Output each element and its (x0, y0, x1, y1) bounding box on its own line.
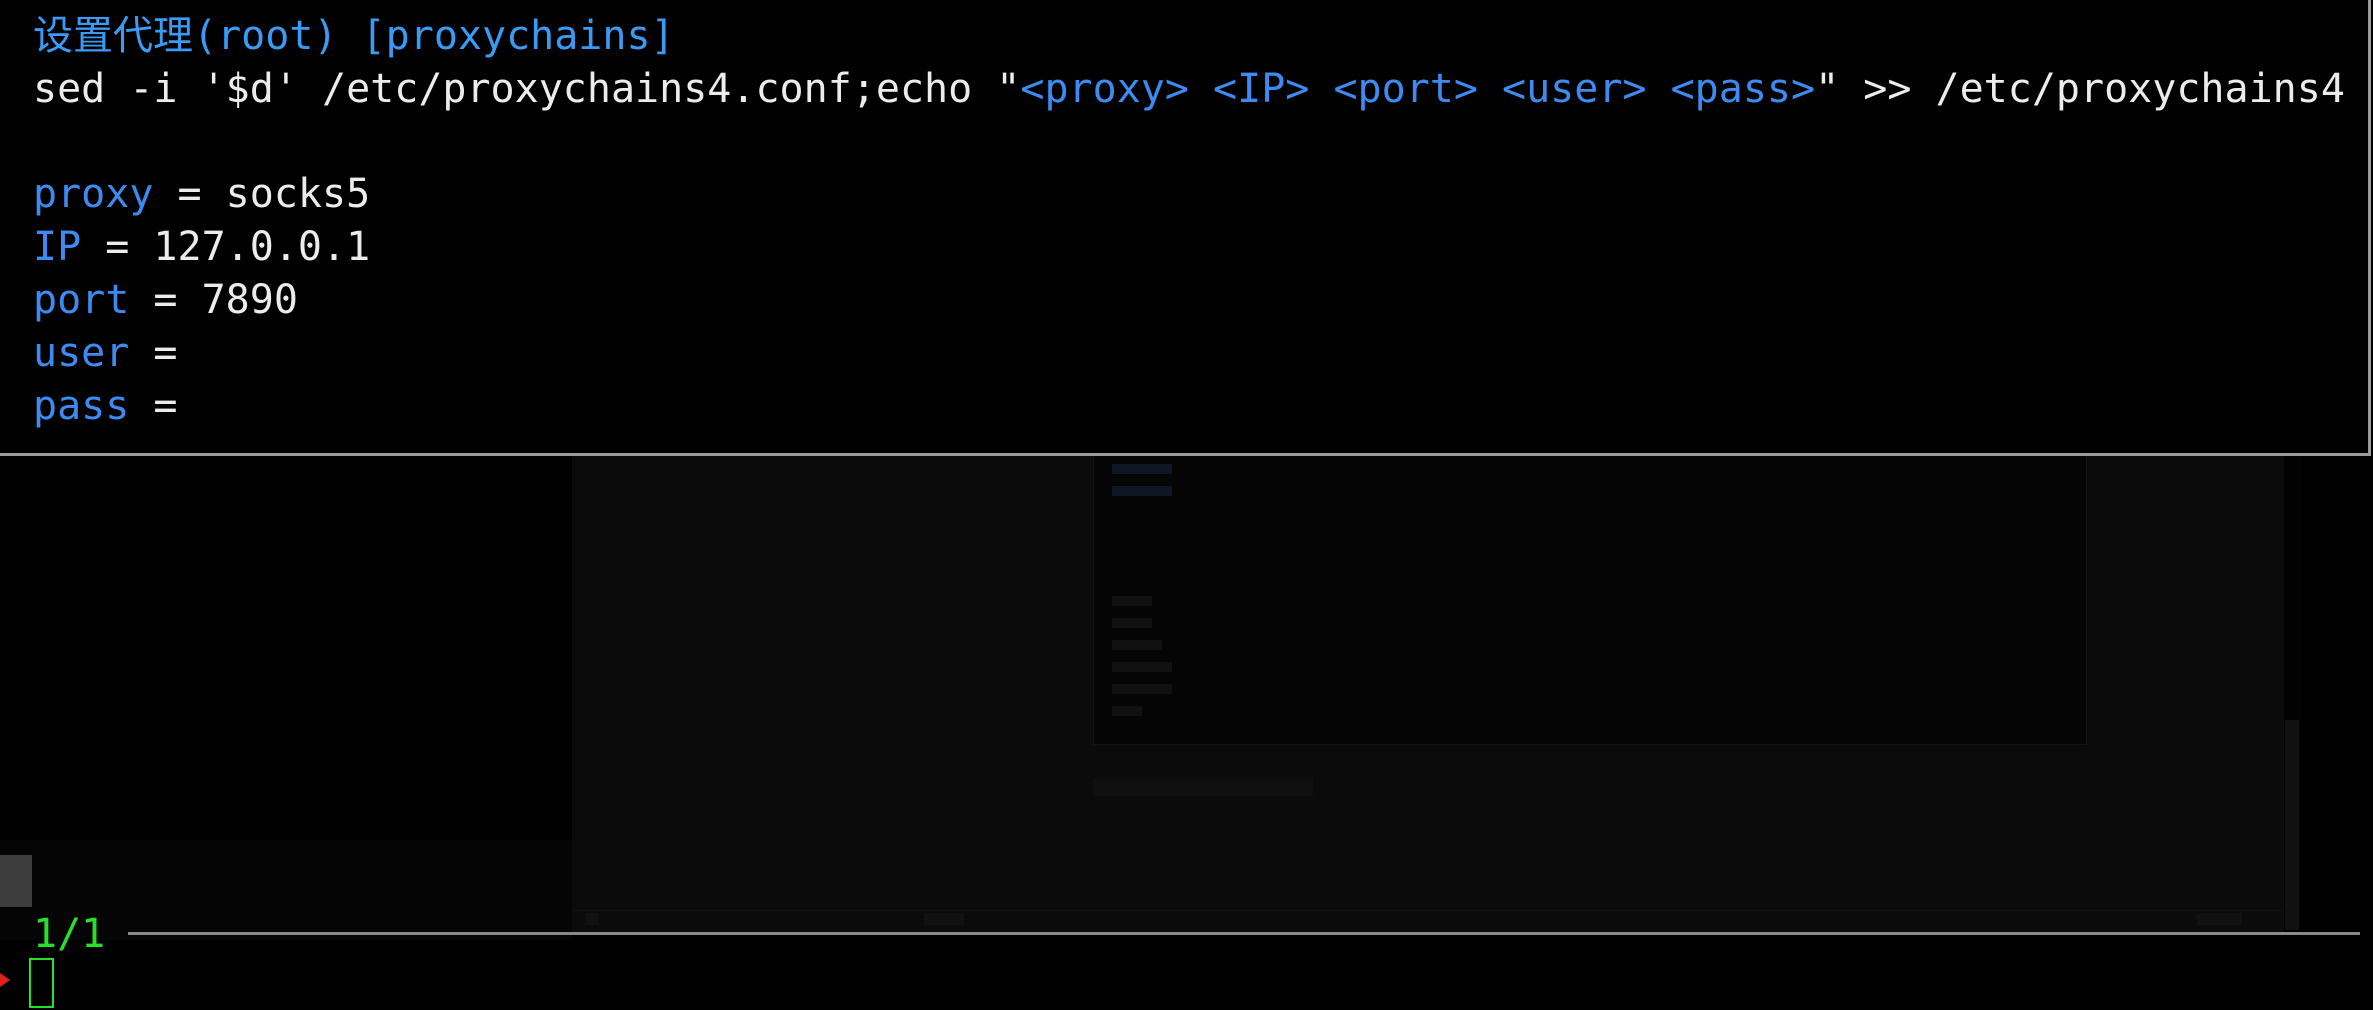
command-prefix: sed -i '$d' /etc/proxychains4.conf;echo … (33, 66, 1021, 112)
selection-gutter-marker (0, 855, 32, 907)
param-row-user: user = (33, 327, 178, 379)
prompt-separator-line (128, 932, 2360, 935)
param-name: IP (33, 224, 82, 270)
param-sep: = (129, 330, 178, 376)
param-name: pass (33, 383, 130, 429)
background-code-line (1112, 486, 1172, 496)
background-scrollbar-thumb (2285, 720, 2299, 930)
background-status-bar (572, 910, 2284, 933)
snippet-title: 设置代理(root) [proxychains] (33, 13, 675, 59)
background-code-line (1112, 706, 1142, 716)
param-sep: = (153, 171, 226, 217)
match-count: 1/1 (33, 911, 106, 957)
snippet-command: sed -i '$d' /etc/proxychains4.conf;echo … (33, 63, 2345, 115)
background-paragraph (1093, 778, 1313, 796)
param-row-proxy: proxy = socks5 (33, 168, 370, 220)
param-value: 7890 (201, 277, 298, 323)
background-code-line (1112, 596, 1152, 606)
background-code-line (1112, 640, 1162, 650)
background-code-line (1112, 464, 1172, 474)
param-row-pass: pass = (33, 380, 178, 432)
query-input[interactable] (29, 958, 54, 1008)
param-name: user (33, 330, 130, 376)
preview-window[interactable]: 设置代理(root) [proxychains] sed -i '$d' /et… (0, 0, 2371, 456)
param-sep: = (129, 383, 178, 429)
background-code-line (1112, 618, 1152, 628)
background-status-item (586, 913, 598, 925)
param-row-port: port = 7890 (33, 274, 298, 326)
background-status-item (2197, 913, 2242, 925)
command-placeholders: <proxy> <IP> <port> <user> <pass> (1020, 66, 1816, 112)
param-value: socks5 (225, 171, 371, 217)
background-code-line (1112, 684, 1172, 694)
command-suffix: " >> /etc/proxychains4 (1815, 66, 2345, 112)
background-status-item (924, 913, 964, 925)
param-row-ip: IP = 127.0.0.1 (33, 221, 370, 273)
param-sep: = (81, 224, 154, 270)
param-sep: = (129, 277, 202, 323)
param-name: proxy (33, 171, 154, 217)
prompt-arrow-icon (0, 973, 10, 987)
param-value: 127.0.0.1 (153, 224, 371, 270)
background-code-line (1112, 662, 1172, 672)
param-name: port (33, 277, 130, 323)
